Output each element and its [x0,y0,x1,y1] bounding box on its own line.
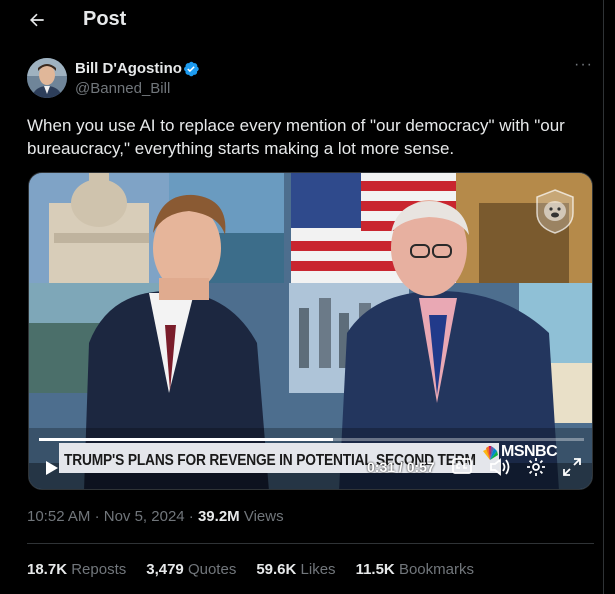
captions-button[interactable] [452,458,472,474]
reposts-label: Reposts [71,561,127,578]
bookmarks-stat[interactable]: 11.5K Bookmarks [356,561,474,578]
play-button[interactable] [41,458,61,478]
views-count: 39.2M [197,508,240,525]
volume-button[interactable] [489,457,511,477]
fullscreen-button[interactable] [562,457,582,477]
author-handle[interactable]: @Banned_Bill [75,80,170,97]
video-time: 0:31 / 0:57 [367,459,435,475]
likes-count: 59.6K [256,561,297,578]
reposts-stat[interactable]: 18.7K Reposts [27,561,126,578]
engagement-stats: 18.7K Reposts 3,479 Quotes 59.6K Likes 1… [27,561,494,578]
post-meta: 10:52 AM · Nov 5, 2024 · 39.2M Views [27,508,284,525]
post-text: When you use AI to replace every mention… [27,116,565,158]
post-detail-column: Post Bill D'Agostino @Banned_Bill ··· Wh… [0,0,604,594]
bookmarks-count: 11.5K [355,561,395,578]
reposts-count: 18.7K [27,561,68,578]
avatar[interactable] [27,58,67,98]
fullscreen-icon [563,458,581,476]
post-time[interactable]: 10:52 AM [27,508,90,525]
gear-icon [527,458,545,476]
divider [27,543,594,544]
video-player[interactable]: TRUMP'S PLANS FOR REVENGE IN POTENTIAL S… [28,172,593,490]
more-dots-icon: ··· [574,56,593,73]
bookmarks-label: Bookmarks [398,561,474,578]
quotes-stat[interactable]: 3,479 Quotes [146,561,236,578]
likes-stat[interactable]: 59.6K Likes [256,561,335,578]
likes-label: Likes [300,561,336,578]
post-date[interactable]: Nov 5, 2024 [104,508,185,525]
quotes-label: Quotes [187,561,237,578]
speaker-icon [490,458,510,476]
more-options-button[interactable]: ··· [574,57,594,76]
bulldog-logo-icon [536,189,574,234]
page-title: Post [83,8,127,30]
back-button[interactable] [24,8,50,32]
play-icon [46,461,58,475]
meta-separator: · [188,508,198,525]
verified-badge-icon [184,61,199,77]
page-header: Post [0,0,604,40]
author-name[interactable]: Bill D'Agostino [75,60,182,77]
settings-button[interactable] [526,457,546,477]
views-label: Views [243,508,284,525]
captions-icon [452,458,472,474]
quotes-count: 3,479 [146,561,184,578]
arrow-left-icon [30,13,44,27]
progress-fill [39,438,333,441]
meta-separator: · [94,508,104,525]
